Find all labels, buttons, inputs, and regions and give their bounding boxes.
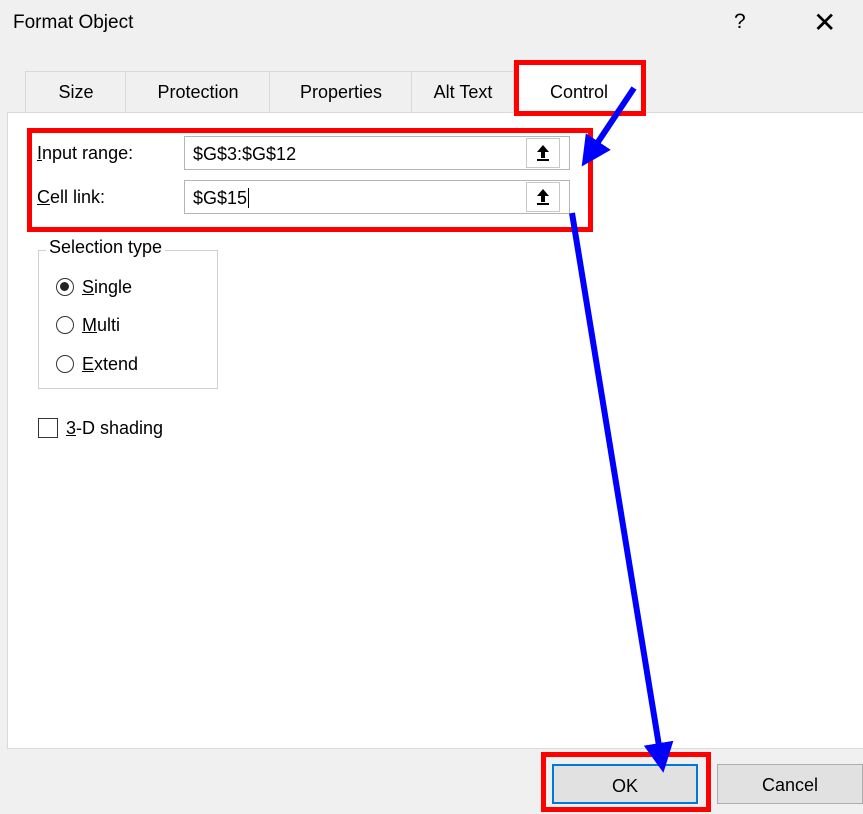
annotation-arrows	[569, 86, 674, 773]
arrow-to-input-range	[581, 86, 637, 167]
arrow-to-ok-button	[569, 212, 674, 773]
